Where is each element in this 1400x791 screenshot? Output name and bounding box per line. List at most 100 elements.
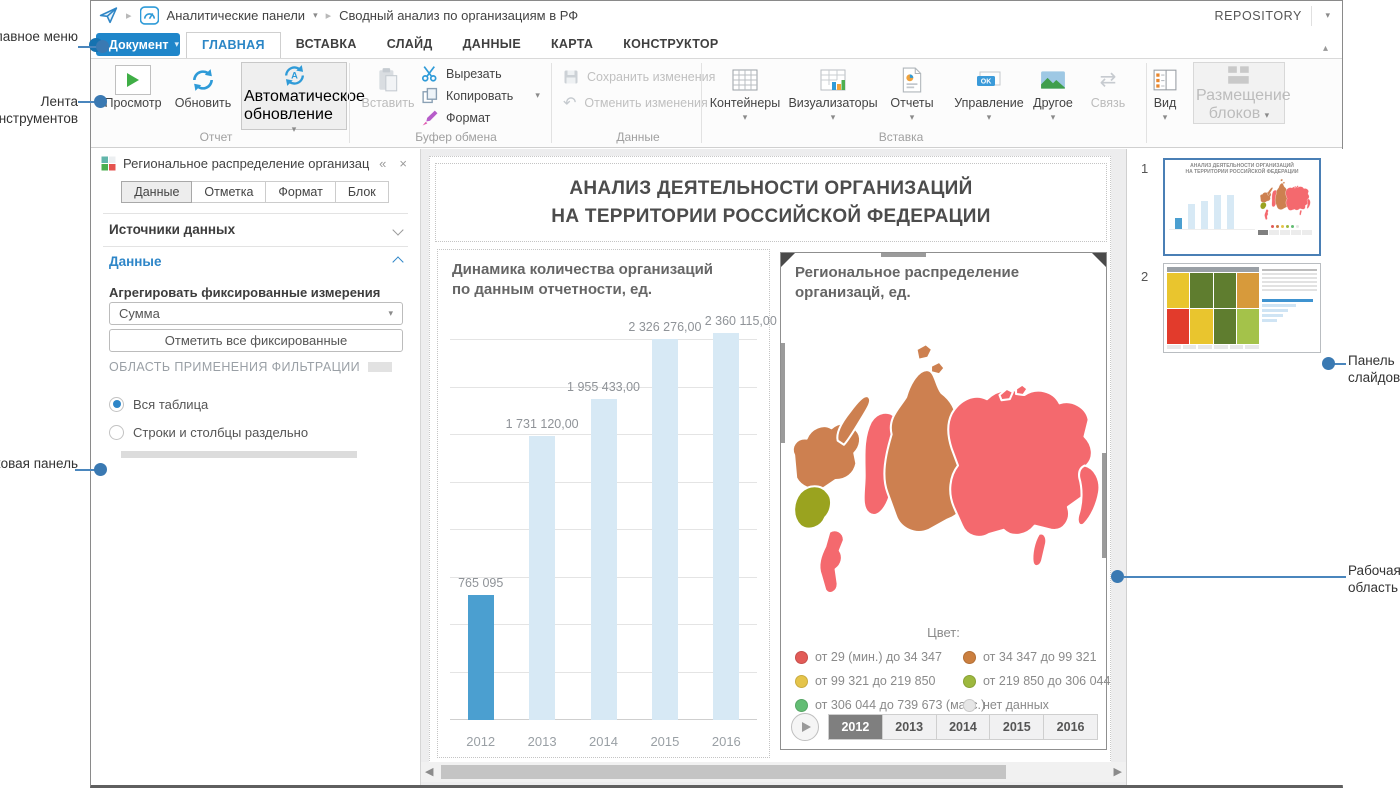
section-data-sources[interactable]: Источники данных [109, 222, 402, 237]
sidebar-tab-Данные[interactable]: Данные [121, 181, 192, 203]
legend-color-dot [795, 699, 808, 712]
tab-КАРТА[interactable]: КАРТА [536, 32, 608, 58]
auto-refresh-button[interactable]: A Автоматическое обновление ▾ [241, 62, 347, 130]
visualizers-icon [820, 63, 846, 96]
scroll-left-icon[interactable]: ◀ [425, 765, 433, 778]
format-button[interactable]: Формат [421, 109, 490, 126]
breadcrumb-app-name[interactable]: Аналитические панели [167, 8, 306, 23]
chevron-down-icon: ▾ [831, 112, 836, 123]
refresh-icon [190, 63, 216, 96]
aggregate-select[interactable]: Сумма ▾ [109, 302, 403, 325]
bar-2014[interactable] [591, 399, 617, 720]
containers-button[interactable]: Контейнеры ▾ [703, 63, 787, 123]
sidebar-tab-Отметка[interactable]: Отметка [191, 181, 266, 203]
thumbnail-treemap-legend [1167, 345, 1259, 349]
ribbon-group-label: Отчет [131, 130, 301, 144]
collapse-panel-icon[interactable]: « [376, 156, 389, 171]
document-menu-label: Документ [109, 38, 169, 52]
tab-ДАННЫЕ[interactable]: ДАННЫЕ [448, 32, 536, 58]
bar-value-label: 2 326 276,00 [628, 320, 701, 334]
radio-option[interactable]: Вся таблица [109, 390, 308, 418]
divider [701, 63, 702, 143]
year-button-2015[interactable]: 2015 [989, 715, 1043, 739]
mark-all-fixed-button[interactable]: Отметить все фиксированные [109, 329, 403, 352]
tab-ВСТАВКА[interactable]: ВСТАВКА [281, 32, 372, 58]
collapse-ribbon-icon[interactable]: ▴ [1323, 43, 1328, 54]
chevron-down-icon[interactable]: ▾ [1325, 10, 1330, 21]
selection-handle[interactable] [781, 253, 795, 267]
home-logo-icon[interactable] [99, 6, 118, 25]
paste-button[interactable]: Вставить [346, 63, 430, 111]
radio-icon[interactable] [109, 425, 124, 440]
slide-thumbnail-2[interactable] [1163, 263, 1321, 353]
undo-changes-button[interactable]: ↶ Отменить изменения [563, 93, 708, 113]
block-scrollbar[interactable] [1102, 453, 1106, 558]
thumbnail-treemap-cell [1190, 309, 1212, 344]
chevron-down-icon: ▾ [910, 112, 915, 123]
annotation-sidebar: Боковая панель [0, 455, 78, 472]
layout-blocks-icon [1226, 63, 1252, 87]
bar-2013[interactable] [529, 436, 555, 720]
play-years-button[interactable] [791, 713, 819, 741]
tab-ГЛАВНАЯ[interactable]: ГЛАВНАЯ [186, 32, 281, 58]
bar-2015[interactable] [652, 339, 678, 720]
chevron-down-icon[interactable]: ▾ [313, 10, 318, 21]
reports-button[interactable]: Отчеты ▾ [877, 63, 947, 123]
link-button[interactable]: ⇄ Связь [1081, 63, 1135, 111]
sidebar-tab-Формат[interactable]: Формат [265, 181, 335, 203]
block-scrollbar[interactable] [881, 253, 926, 257]
scrollbar-thumb[interactable] [441, 765, 1006, 779]
bar-chart-block[interactable]: Динамика количества организаций по данны… [437, 249, 770, 758]
workspace-horizontal-scrollbar[interactable]: ◀ ▶ [421, 762, 1126, 782]
ribbon-group-label: Буфер обмена [371, 130, 541, 144]
refresh-button[interactable]: Обновить [161, 63, 245, 111]
year-button-2016[interactable]: 2016 [1043, 715, 1097, 739]
tab-СЛАЙД[interactable]: СЛАЙД [372, 32, 448, 58]
russia-map[interactable] [781, 339, 1108, 619]
sidebar-tab-Блок[interactable]: Блок [335, 181, 389, 203]
close-panel-icon[interactable]: × [396, 156, 410, 171]
map-block[interactable]: Региональное распределение организацй, е… [780, 252, 1107, 750]
tab-КОНСТРУКТОР[interactable]: КОНСТРУКТОР [608, 32, 733, 58]
selection-handle[interactable] [1092, 253, 1106, 267]
play-icon [115, 65, 151, 95]
year-button-2013[interactable]: 2013 [882, 715, 936, 739]
copy-button[interactable]: Копировать ▾ [421, 87, 540, 104]
radio-icon[interactable] [109, 397, 124, 412]
thumbnail-year-cell [1291, 230, 1301, 235]
map-legend-title: Цвет: [781, 625, 1106, 640]
bar-2012[interactable] [468, 595, 494, 720]
play-icon [802, 722, 811, 732]
dashboards-icon[interactable] [140, 6, 159, 25]
year-button-2012[interactable]: 2012 [829, 715, 882, 739]
view-button[interactable]: Вид ▾ [1141, 63, 1189, 123]
chevron-down-icon: ▾ [388, 308, 393, 319]
year-button-2014[interactable]: 2014 [936, 715, 990, 739]
dashboard-title-block[interactable]: АНАЛИЗ ДЕЯТЕЛЬНОСТИ ОРГАНИЗАЦИЙ НА ТЕРРИ… [435, 163, 1107, 242]
chevron-down-icon: ▾ [743, 112, 748, 123]
section-data[interactable]: Данные [109, 254, 402, 269]
sidebar-horizontal-scrollbar[interactable] [121, 451, 357, 458]
bar-2016[interactable] [713, 333, 739, 720]
controls-button[interactable]: OK Управление ▾ [947, 63, 1031, 123]
save-icon [563, 69, 579, 85]
x-axis-label: 2016 [696, 734, 757, 749]
legend-label: от 29 (мин.) до 34 347 [815, 650, 942, 664]
slide-thumbnail-1[interactable]: АНАЛИЗ ДЕЯТЕЛЬНОСТИ ОРГАНИЗАЦИЙ НА ТЕРРИ… [1163, 158, 1321, 256]
scroll-right-icon[interactable]: ▶ [1114, 765, 1122, 778]
copy-icon [421, 87, 438, 104]
layout-blocks-button[interactable]: Размещение блоков ▾ [1193, 62, 1285, 124]
annotation-dot-slides-panel [1322, 357, 1335, 370]
annotation-line [1334, 363, 1346, 365]
x-axis-label: 2012 [450, 734, 511, 749]
radio-option[interactable]: Строки и столбцы раздельно [109, 418, 308, 446]
visualizers-button[interactable]: Визуализаторы ▾ [791, 63, 875, 123]
bar-value-label: 765 095 [458, 576, 503, 590]
cut-button[interactable]: Вырезать [421, 65, 502, 82]
chevron-down-icon[interactable]: ▾ [535, 90, 540, 101]
breadcrumb-document-name[interactable]: Сводный анализ по организациям в РФ [339, 8, 578, 23]
save-changes-button[interactable]: Сохранить изменения [563, 69, 715, 85]
repository-label[interactable]: REPOSITORY [1214, 9, 1302, 23]
block-scrollbar[interactable] [781, 343, 785, 443]
other-button[interactable]: Другое ▾ [1023, 63, 1083, 123]
